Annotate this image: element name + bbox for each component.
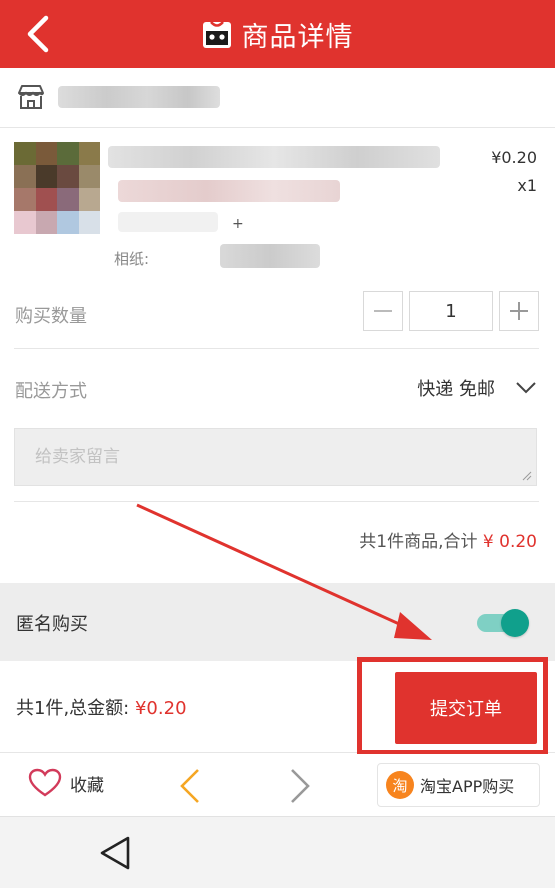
system-back-icon[interactable] <box>98 835 132 871</box>
spec-value-redacted <box>220 244 320 268</box>
taobao-app-buy-button[interactable]: 淘 淘宝APP购买 <box>377 763 540 807</box>
item-price: ¥0.20 <box>491 148 537 167</box>
order-total: 共1件,总金额: ¥0.20 <box>16 694 187 720</box>
divider <box>14 501 539 502</box>
subtotal-label: 共1件商品,合计 <box>359 532 478 552</box>
bottom-nav: 收藏 淘 淘宝APP购买 <box>0 754 555 816</box>
anonymous-purchase-row: 匿名购买 <box>0 583 555 661</box>
browser-back-icon[interactable] <box>178 766 202 806</box>
plus-icon <box>510 302 528 320</box>
shop-row[interactable] <box>0 68 555 128</box>
delivery-method-row[interactable]: 配送方式 快递 免邮 <box>0 349 555 421</box>
toggle-knob <box>501 609 529 637</box>
delivery-value: 快递 免邮 <box>417 379 495 400</box>
store-icon <box>18 85 44 109</box>
quantity-stepper: 1 <box>363 291 539 331</box>
subtotal: 共1件商品,合计 ¥ 0.20 <box>359 527 537 552</box>
product-title-redacted-line2 <box>118 180 340 202</box>
quantity-input[interactable]: 1 <box>409 291 493 331</box>
product-title-redacted <box>108 146 440 168</box>
anonymous-purchase-toggle[interactable] <box>477 609 529 637</box>
system-navigation-bar <box>0 816 555 888</box>
page-title: 商品详情 <box>241 21 354 53</box>
decrease-button[interactable] <box>363 291 403 331</box>
spec-label: 相纸: <box>114 250 150 268</box>
resize-grip-icon[interactable] <box>522 471 532 481</box>
taobao-logo-icon: 淘 <box>386 771 414 799</box>
delivery-label: 配送方式 <box>15 381 87 402</box>
subtotal-amount: ¥ 0.20 <box>482 532 537 552</box>
heart-icon <box>28 768 62 797</box>
anonymous-purchase-label: 匿名购买 <box>16 614 88 635</box>
favorite-button[interactable]: 收藏 <box>28 768 104 798</box>
item-quantity: x1 <box>517 176 537 195</box>
minus-icon <box>374 310 392 312</box>
cursor-plus-icon: + <box>232 216 244 232</box>
order-item: + ¥0.20 x1 相纸: <box>0 128 555 280</box>
taobao-app-label: 淘宝APP购买 <box>420 777 515 796</box>
header-bar: 商品详情 <box>0 0 555 68</box>
product-title-redacted-line3 <box>118 212 218 232</box>
browser-forward-icon[interactable] <box>288 766 312 806</box>
order-total-label: 共1件,总金额: <box>16 698 130 719</box>
seller-message-box <box>14 428 537 486</box>
highlight-annotation-box <box>357 657 548 755</box>
quantity-label: 购买数量 <box>15 306 87 327</box>
product-thumbnail[interactable] <box>14 142 100 234</box>
favorite-label: 收藏 <box>70 775 104 796</box>
quantity-row: 购买数量 1 <box>0 280 555 348</box>
shop-name-redacted <box>58 86 220 108</box>
seller-message-input[interactable] <box>15 429 536 485</box>
chevron-down-icon <box>516 382 536 394</box>
order-total-amount: ¥0.20 <box>134 698 187 719</box>
shopping-bag-logo-icon <box>202 21 231 48</box>
increase-button[interactable] <box>499 291 539 331</box>
